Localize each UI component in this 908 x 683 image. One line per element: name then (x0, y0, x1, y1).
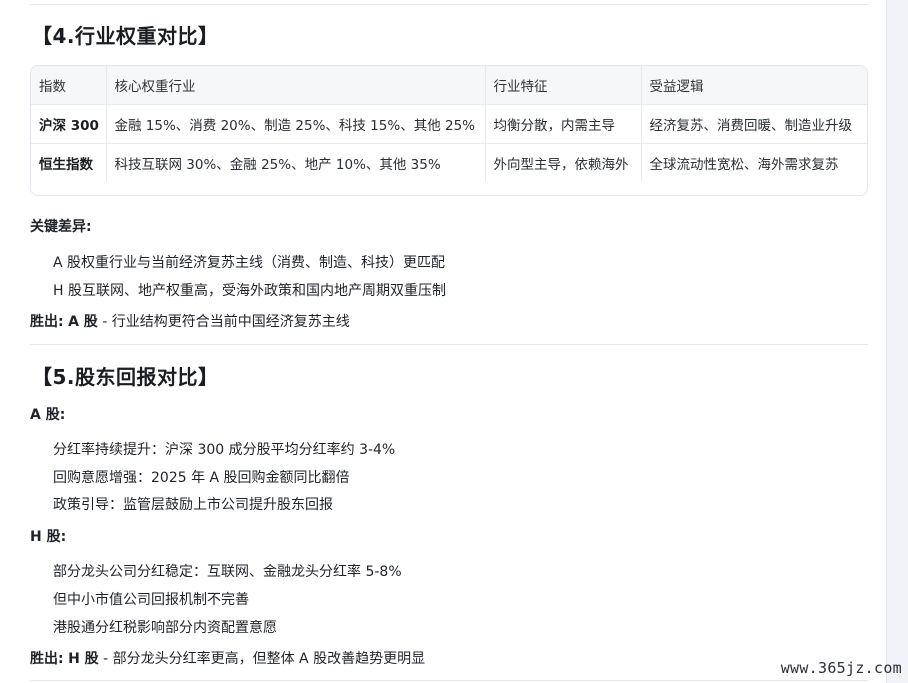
table-cell-index: 沪深 300 (31, 104, 106, 144)
h-share-label: H 股: (30, 529, 67, 545)
winner-line: 胜出: A 股 - 行业结构更符合当前中国经济复苏主线 (30, 311, 350, 331)
key-differences-label: 关键差异: (30, 219, 92, 235)
table-header-cell: 指数 (31, 66, 106, 105)
table-row: 沪深 300 金融 15%、消费 20%、制造 25%、科技 15%、其他 25… (31, 104, 867, 144)
list-item: 回购意愿增强：2025 年 A 股回购金额同比翻倍 (53, 470, 350, 486)
document-page: 【4.行业权重对比】 指数 核心权重行业 行业特征 受益逻辑 沪深 300 金融… (0, 0, 887, 683)
list-item: 政策引导：监管层鼓励上市公司提升股东回报 (53, 497, 333, 513)
table-cell-index: 恒生指数 (31, 143, 106, 182)
section-4-heading: 【4.行业权重对比】 (32, 24, 219, 48)
divider (30, 680, 868, 681)
winner-line: 胜出: H 股 - 部分龙头分红率更高，但整体 A 股改善趋势更明显 (30, 648, 425, 668)
winner-label: 胜出: (30, 651, 64, 667)
table-header-cell: 行业特征 (484, 66, 641, 105)
winner-label: 胜出: (30, 314, 64, 330)
table-header-cell: 受益逻辑 (640, 66, 867, 105)
list-item: 但中小市值公司回报机制不完善 (53, 592, 249, 608)
table-cell: 外向型主导，依赖海外 (484, 143, 641, 182)
list-item: 港股通分红税影响部分内资配置意愿 (53, 620, 277, 636)
industry-weight-table: 指数 核心权重行业 行业特征 受益逻辑 沪深 300 金融 15%、消费 20%… (30, 65, 868, 196)
winner-reason: - 部分龙头分红率更高，但整体 A 股改善趋势更明显 (98, 651, 426, 667)
table-cell: 经济复苏、消费回暖、制造业升级 (640, 104, 867, 144)
table-header-row: 指数 核心权重行业 行业特征 受益逻辑 (31, 66, 867, 105)
a-share-label: A 股: (30, 407, 66, 423)
divider (30, 4, 868, 5)
list-item: H 股互联网、地产权重高，受海外政策和国内地产周期双重压制 (53, 283, 446, 299)
list-item: 部分龙头公司分红稳定：互联网、金融龙头分红率 5-8% (53, 564, 402, 580)
divider (30, 344, 868, 345)
list-item: 分红率持续提升：沪深 300 成分股平均分红率约 3-4% (53, 442, 396, 458)
table-cell: 均衡分散，内需主导 (484, 104, 641, 144)
watermark: www.365jz.com (780, 659, 902, 677)
table-cell: 科技互联网 30%、金融 25%、地产 10%、其他 35% (105, 143, 485, 182)
winner-name: H 股 (68, 651, 99, 667)
table-header-cell: 核心权重行业 (105, 66, 485, 105)
winner-name: A 股 (68, 314, 98, 330)
list-item: A 股权重行业与当前经济复苏主线（消费、制造、科技）更匹配 (53, 255, 446, 271)
section-5-heading: 【5.股东回报对比】 (32, 365, 219, 389)
winner-reason: - 行业结构更符合当前中国经济复苏主线 (97, 314, 350, 330)
table-row: 恒生指数 科技互联网 30%、金融 25%、地产 10%、其他 35% 外向型主… (31, 143, 867, 182)
table-cell: 金融 15%、消费 20%、制造 25%、科技 15%、其他 25% (105, 104, 485, 144)
table-cell: 全球流动性宽松、海外需求复苏 (640, 143, 867, 182)
